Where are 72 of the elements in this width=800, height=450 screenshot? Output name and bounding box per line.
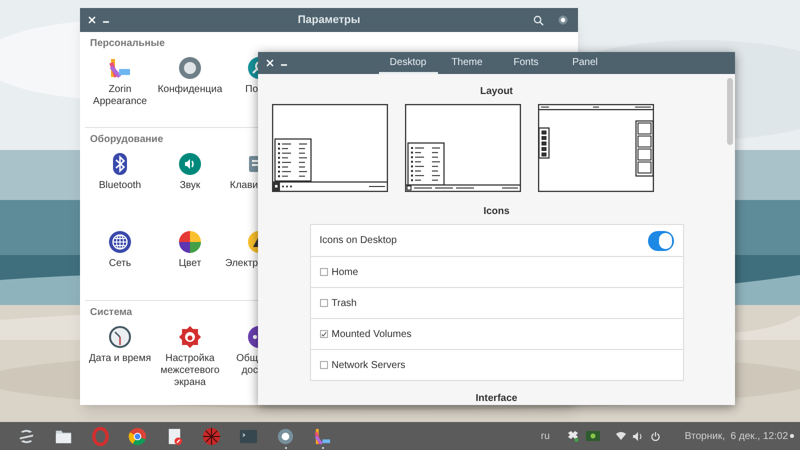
section-title: Система (89, 307, 134, 319)
item-label: Общ (236, 353, 258, 365)
dial-icon (178, 56, 202, 80)
monitor-icon[interactable] (586, 431, 600, 441)
tab[interactable]: Panel (556, 52, 614, 74)
item-label: Настройка (165, 353, 215, 365)
item-label: Цвет (178, 258, 202, 270)
search-icon[interactable] (533, 14, 544, 26)
menu-icon[interactable] (558, 15, 568, 25)
layout-option[interactable] (538, 104, 654, 192)
clock-icon (108, 325, 132, 349)
settings-item[interactable]: Конфиденциа (155, 56, 225, 134)
settings-item[interactable]: Zorin Appearance (85, 56, 155, 134)
close-icon[interactable] (266, 59, 274, 67)
speaker-icon (178, 152, 202, 176)
volume-icon[interactable] (632, 432, 643, 440)
settings-item[interactable]: Цвет (155, 230, 225, 308)
section-title: Interface (476, 393, 518, 405)
keyboard-layout[interactable]: ru (540, 428, 550, 444)
swatch-icon (108, 56, 132, 80)
item-label: Дата и время (88, 353, 151, 365)
settings-item[interactable]: Общ дос (225, 325, 258, 403)
item-label: Клави (230, 180, 258, 192)
item-label: Электр (225, 258, 258, 270)
globe-icon (108, 230, 132, 254)
item-label: дос (242, 365, 258, 377)
close-icon[interactable] (88, 16, 96, 24)
gear-icon (178, 325, 202, 349)
settings-item[interactable]: Сеть (85, 230, 155, 308)
layout-option[interactable] (272, 104, 388, 192)
checkbox[interactable] (320, 330, 328, 338)
item-label: Zorin (108, 84, 132, 96)
settings-item[interactable]: Дата и время (85, 325, 155, 403)
toggle-switch[interactable] (648, 230, 674, 250)
section-title: Layout (480, 86, 513, 98)
item-label: экрана (174, 377, 206, 389)
item-label: Звук (180, 180, 200, 192)
layout-option[interactable] (405, 104, 521, 192)
checkbox[interactable] (320, 299, 328, 307)
settings-item[interactable]: Звук (155, 152, 225, 230)
swatch-icon (313, 426, 332, 446)
item-label: По (245, 84, 258, 96)
settings-item[interactable]: Bluetooth (85, 152, 155, 230)
ring-icon (91, 426, 110, 446)
browser-icon (128, 426, 147, 446)
section-title: Оборудование (89, 134, 164, 146)
section-title: Icons (483, 206, 510, 218)
settings-item[interactable]: Настройка межсетевого экрана (155, 325, 225, 403)
item-label: Конфиденциа (158, 84, 222, 96)
tab[interactable]: Fonts (496, 52, 556, 74)
item-label: Appearance (93, 96, 147, 108)
ball-icon (202, 426, 221, 446)
item-label: межсетевого (160, 365, 220, 377)
option-label: Home (332, 266, 358, 280)
item-label: Bluetooth (98, 180, 142, 192)
color-wheel-icon (178, 230, 202, 254)
tab[interactable]: Desktop (378, 52, 438, 74)
section-title: Персональные (89, 38, 166, 50)
tab[interactable]: Theme (438, 52, 496, 74)
option-label: Icons on Desktop (320, 234, 397, 248)
scrollbar[interactable] (727, 78, 733, 145)
power-icon[interactable] (650, 432, 660, 440)
option-label: Mounted Volumes (332, 328, 412, 342)
checkbox[interactable] (320, 361, 328, 369)
clock[interactable]: Вторник, 6 дек., 12:02 (684, 428, 788, 444)
checkbox[interactable] (320, 268, 328, 276)
option-label: Trash (332, 296, 357, 310)
option-label: Network Servers (332, 358, 406, 372)
window-title: Параметры (298, 12, 360, 28)
dial-icon (276, 426, 295, 446)
wifi-icon[interactable] (616, 432, 626, 440)
item-label: Сеть (108, 258, 132, 270)
